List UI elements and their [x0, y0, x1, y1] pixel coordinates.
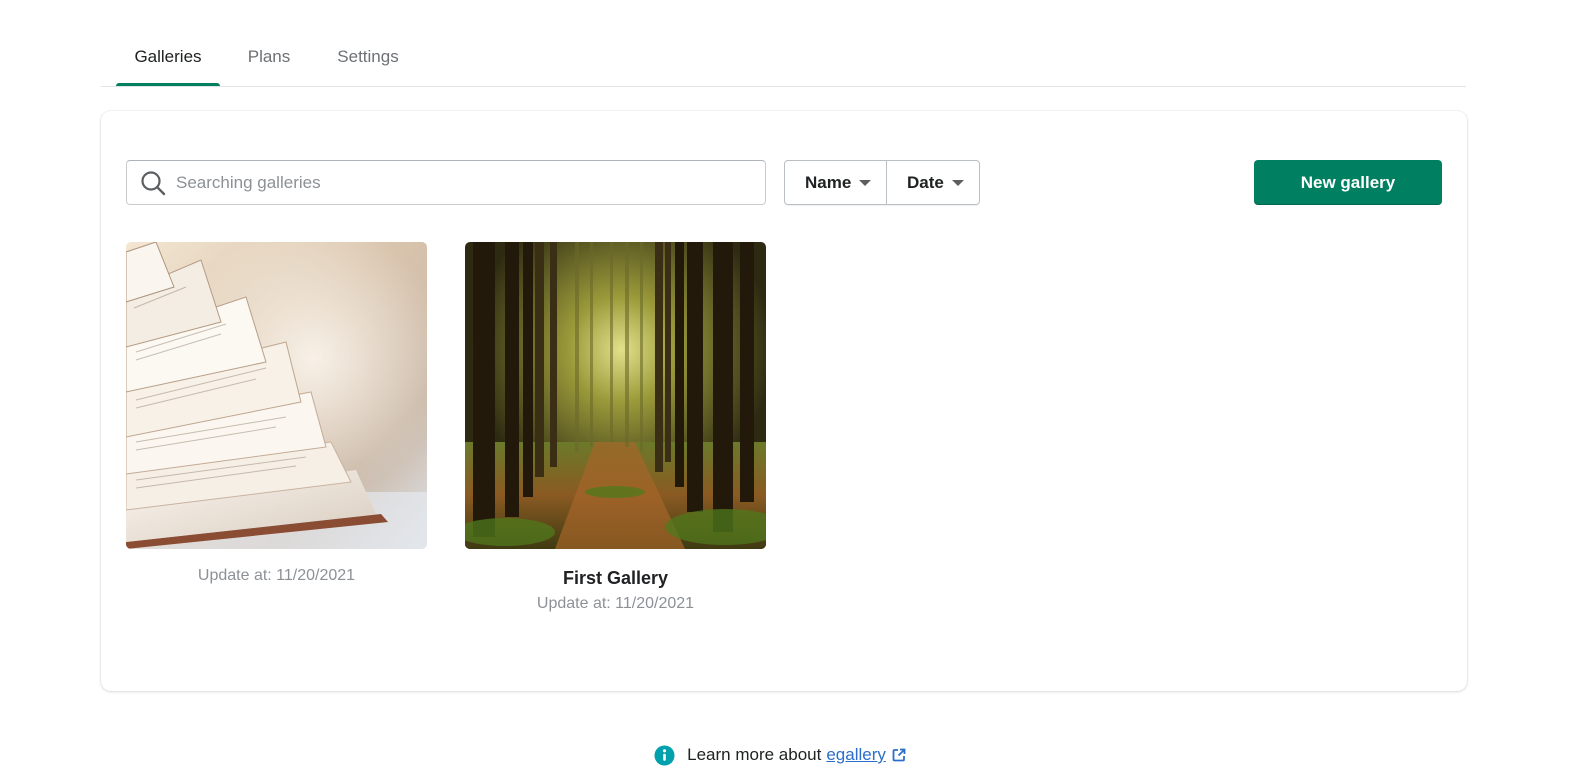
forest-thumbnail[interactable] [465, 242, 766, 549]
caret-down-icon [859, 179, 872, 186]
tab-plans[interactable]: Plans [242, 26, 296, 86]
search-input[interactable] [176, 172, 736, 193]
external-link-icon[interactable] [892, 748, 906, 762]
sort-name-button[interactable]: Name [785, 161, 887, 204]
galleries-card: Name Date New gallery [101, 111, 1467, 691]
egallery-link[interactable]: egallery [826, 745, 886, 765]
tab-settings[interactable]: Settings [333, 26, 403, 86]
sort-date-button[interactable]: Date [887, 161, 979, 204]
info-icon [654, 745, 675, 765]
search-field[interactable] [126, 160, 766, 205]
gallery-title: First Gallery [562, 568, 669, 588]
sort-name-label: Name [805, 172, 852, 192]
gallery-updated-date: Update at: 11/20/2021 [197, 567, 356, 584]
sort-button-group: Name Date [784, 160, 980, 205]
learn-more-text: Learn more about [687, 745, 822, 764]
gallery-card[interactable]: First Gallery Update at: 11/20/2021 [465, 242, 766, 614]
gallery-card[interactable]: Update at: 11/20/2021 [126, 242, 427, 586]
learn-more-footer: Learn more about egallery [0, 740, 1560, 770]
search-icon [141, 170, 166, 195]
open-book-thumbnail[interactable] [126, 242, 427, 549]
caret-down-icon [951, 179, 964, 186]
new-gallery-button[interactable]: New gallery [1254, 160, 1442, 205]
gallery-updated-date: Update at: 11/20/2021 [536, 595, 695, 612]
tab-galleries[interactable]: Galleries [116, 26, 220, 86]
sort-date-label: Date [907, 172, 944, 192]
tab-bar: Galleries Plans Settings [101, 26, 1466, 87]
